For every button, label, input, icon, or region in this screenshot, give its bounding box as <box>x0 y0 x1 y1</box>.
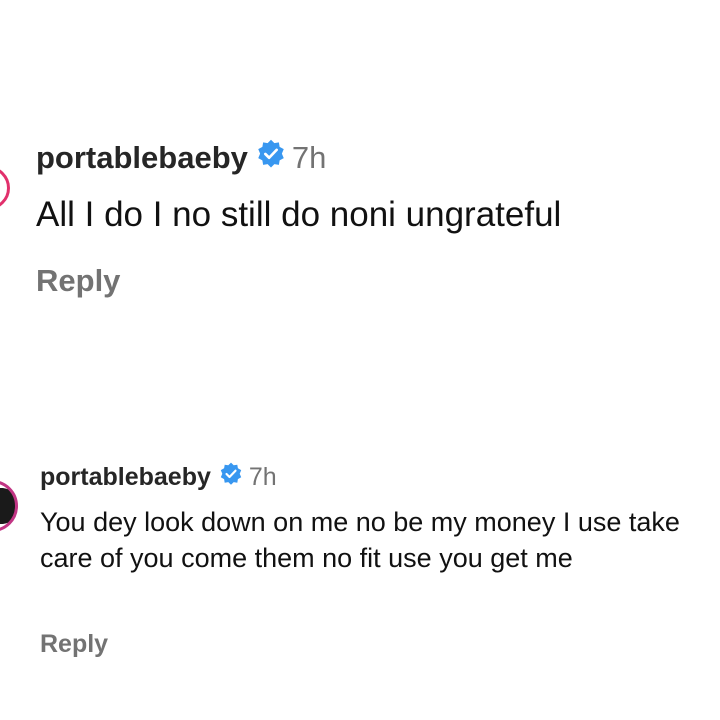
reply-button[interactable]: Reply <box>40 630 108 659</box>
reply-button[interactable]: Reply <box>36 263 120 299</box>
timestamp: 7h <box>291 140 327 175</box>
comment-header: portablebaeby 7h <box>40 460 277 494</box>
comment-text: You dey look down on me no be my money I… <box>40 507 680 573</box>
username-link[interactable]: portablebaeby <box>40 463 211 492</box>
timestamp: 7h <box>248 462 277 491</box>
comment-text: All I do I no still do noni ungrateful <box>36 195 562 234</box>
username-link[interactable]: portablebaeby <box>36 140 248 176</box>
avatar[interactable] <box>0 480 18 532</box>
avatar[interactable] <box>0 166 10 210</box>
verified-badge-icon <box>256 139 286 177</box>
verified-badge-icon <box>219 462 243 493</box>
comment-header: portablebaeby 7h <box>36 138 326 178</box>
